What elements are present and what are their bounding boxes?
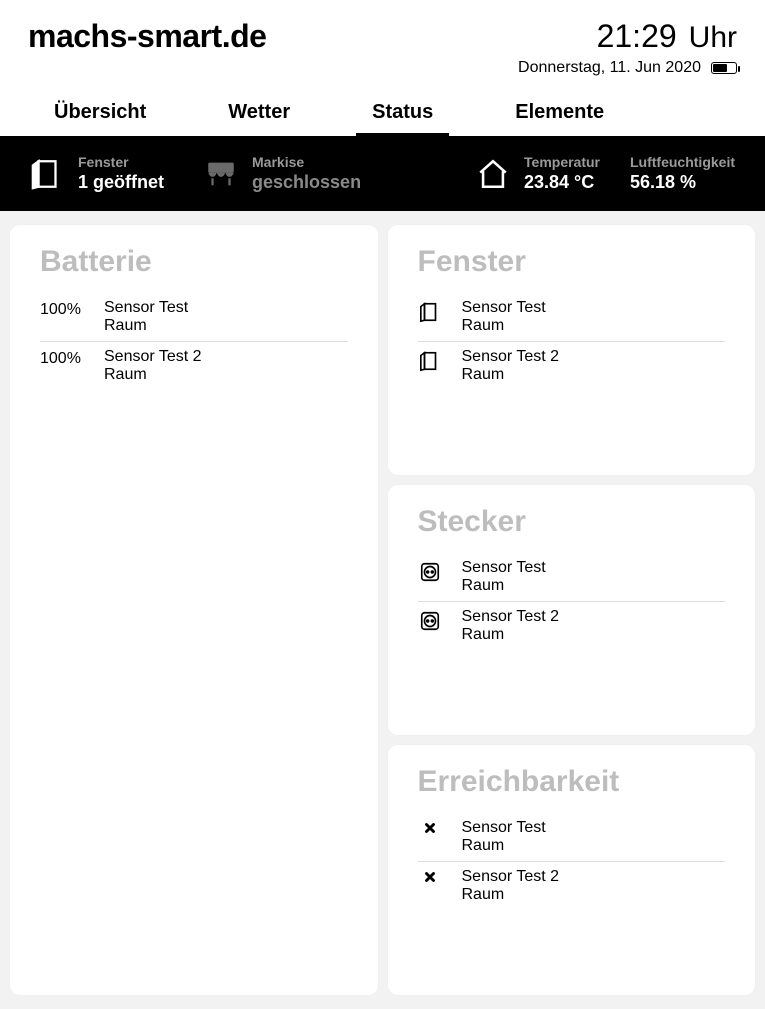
window-open-icon [30,157,64,191]
statusbar-temp-value: 23.84 °C [524,172,600,193]
row-room: Raum [462,837,546,855]
battery-value: 100% [40,299,84,319]
clock-suffix: Uhr [689,21,737,55]
socket-icon [418,608,442,632]
row-name: Sensor Test [104,299,188,317]
row-room: Raum [462,626,560,644]
window-icon [418,299,442,323]
tab-status[interactable]: Status [356,95,449,136]
tab-wetter[interactable]: Wetter [212,95,306,136]
card-fenster: Fenster Sensor Test Raum Senso [388,225,756,475]
main-grid: Fenster Sensor Test Raum Senso [0,211,765,1009]
list-item: Sensor Test Raum [418,553,726,602]
row-name: Sensor Test 2 [104,348,202,366]
statusbar-temp-label: Temperatur [524,154,600,170]
card-stecker-title: Stecker [418,505,726,539]
row-name: Sensor Test [462,299,546,317]
awning-icon [204,157,238,191]
window-icon [418,348,442,372]
site-title: machs-smart.de [28,18,266,55]
row-room: Raum [462,317,546,335]
list-item: 100% Sensor Test Raum [40,293,348,342]
card-batterie: Batterie 100% Sensor Test Raum 100% Sens… [10,225,378,995]
row-room: Raum [104,317,188,335]
battery-icon [711,62,737,74]
statusbar-humid-label: Luftfeuchtigkeit [630,154,735,170]
row-name: Sensor Test [462,819,546,837]
list-item: Sensor Test 2 Raum [418,602,726,650]
row-name: Sensor Test 2 [462,608,560,626]
list-item: Sensor Test Raum [418,813,726,862]
card-erreichbarkeit-title: Erreichbarkeit [418,765,726,799]
status-bar: Fenster 1 geöffnet Markise geschlossen [0,136,765,211]
battery-value: 100% [40,348,84,368]
statusbar-house-group: Temperatur 23.84 °C Luftfeuchtigkeit 56.… [476,154,735,193]
card-erreichbarkeit: Erreichbarkeit Sensor Test Raum Sensor T… [388,745,756,995]
list-item: Sensor Test Raum [418,293,726,342]
row-room: Raum [104,366,202,384]
unreachable-icon [418,819,442,835]
socket-icon [418,559,442,583]
list-item: Sensor Test 2 Raum [418,862,726,910]
row-name: Sensor Test 2 [462,348,560,366]
tabs: Übersicht Wetter Status Elemente [28,77,737,136]
statusbar-markise-label: Markise [252,154,361,170]
statusbar-fenster-label: Fenster [78,154,164,170]
clock-time: 21:29 [597,18,677,55]
row-room: Raum [462,886,560,904]
statusbar-fenster: Fenster 1 geöffnet [30,154,164,193]
date-text: Donnerstag, 11. Jun 2020 [518,59,701,77]
tab-uebersicht[interactable]: Übersicht [38,95,162,136]
unreachable-icon [418,868,442,884]
card-fenster-title: Fenster [418,245,726,279]
card-stecker: Stecker Sensor Test Raum [388,485,756,735]
card-batterie-title: Batterie [40,245,348,279]
row-name: Sensor Test 2 [462,868,560,886]
list-item: Sensor Test 2 Raum [418,342,726,390]
statusbar-fenster-value: 1 geöffnet [78,172,164,193]
row-room: Raum [462,366,560,384]
row-name: Sensor Test [462,559,546,577]
list-item: 100% Sensor Test 2 Raum [40,342,348,390]
statusbar-humid-value: 56.18 % [630,172,735,193]
statusbar-markise: Markise geschlossen [204,154,361,193]
row-room: Raum [462,577,546,595]
tab-elemente[interactable]: Elemente [499,95,620,136]
clock-block: 21:29 Uhr Donnerstag, 11. Jun 2020 [518,18,737,77]
statusbar-markise-value: geschlossen [252,172,361,193]
house-icon [476,157,510,191]
header: machs-smart.de 21:29 Uhr Donnerstag, 11.… [0,0,765,136]
